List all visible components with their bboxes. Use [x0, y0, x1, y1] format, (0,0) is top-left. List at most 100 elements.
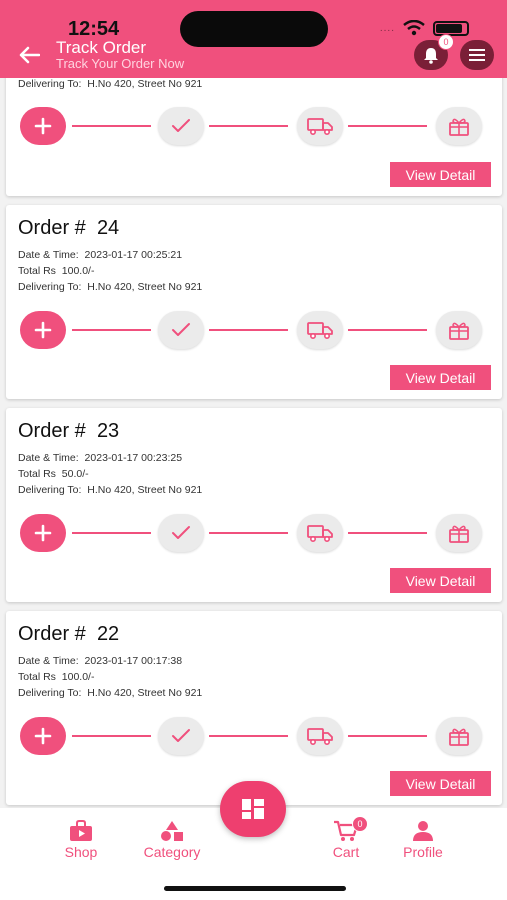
delivering-line: Delivering To: H.No 420, Street No 921 [18, 78, 202, 90]
order-prefix: Order # [18, 217, 86, 239]
total-value: 100.0/- [61, 265, 95, 277]
order-number: 23 [96, 420, 120, 442]
total-line: Total Rs 100.0/- [18, 265, 94, 277]
home-indicator [164, 886, 346, 891]
datetime-value: 2023-01-17 00:25:21 [84, 249, 183, 261]
view-detail-button[interactable]: View Detail [390, 162, 491, 187]
page-subtitle: Track Your Order Now [56, 56, 185, 71]
progress-connector [72, 329, 151, 331]
battery-icon [433, 20, 469, 36]
total-value: 100.0/- [61, 671, 95, 683]
order-progress-tracker [6, 311, 502, 357]
progress-step-add [20, 107, 66, 145]
progress-step-truck [297, 514, 343, 552]
signal-icon: .... [379, 22, 395, 34]
progress-connector [348, 125, 427, 127]
nav-category-label: Category [143, 844, 201, 860]
check-icon [171, 525, 191, 541]
total-line: Total Rs 100.0/- [18, 671, 94, 683]
truck-icon [307, 524, 333, 542]
delivering-line: Delivering To: H.No 420, Street No 921 [18, 484, 202, 496]
order-title: Order # 24 [18, 217, 119, 240]
progress-connector [348, 329, 427, 331]
order-prefix: Order # [18, 420, 86, 442]
gift-icon [448, 320, 470, 340]
delivering-line: Delivering To: H.No 420, Street No 921 [18, 687, 202, 699]
progress-step-gift [436, 311, 482, 349]
order-card-partial: Delivering To: H.No 420, Street No 921 V… [6, 62, 502, 196]
order-progress-tracker [6, 514, 502, 560]
progress-step-gift [436, 107, 482, 145]
progress-step-check [158, 717, 204, 755]
nav-category[interactable]: Category [132, 820, 212, 860]
add-icon [34, 321, 52, 339]
progress-connector [348, 735, 427, 737]
datetime-label: Date & Time: [18, 655, 79, 667]
progress-connector [72, 532, 151, 534]
gift-icon [448, 726, 470, 746]
order-card: Order # 23 Date & Time: 2023-01-17 00:23… [6, 408, 502, 602]
dashboard-grid-icon [242, 799, 264, 819]
nav-shop[interactable]: Shop [41, 820, 121, 860]
order-card: Order # 22 Date & Time: 2023-01-17 00:17… [6, 611, 502, 805]
delivering-value: H.No 420, Street No 921 [87, 78, 203, 90]
datetime-value: 2023-01-17 00:23:25 [84, 452, 183, 464]
view-detail-button[interactable]: View Detail [390, 568, 491, 593]
nav-cart-label: Cart [332, 844, 360, 860]
progress-connector [209, 735, 288, 737]
bell-icon [424, 48, 438, 64]
order-progress-tracker [6, 717, 502, 763]
progress-connector [209, 125, 288, 127]
order-card: Order # 24 Date & Time: 2023-01-17 00:25… [6, 205, 502, 399]
datetime-line: Date & Time: 2023-01-17 00:25:21 [18, 249, 182, 261]
wifi-icon [403, 20, 425, 36]
order-title: Order # 22 [18, 623, 119, 646]
back-button[interactable] [14, 40, 44, 70]
menu-button[interactable] [460, 40, 494, 70]
home-dashboard-button[interactable] [220, 781, 286, 837]
progress-step-check [158, 514, 204, 552]
page-title: Track Order [56, 38, 147, 57]
progress-connector [72, 735, 151, 737]
nav-profile[interactable]: Profile [383, 820, 463, 860]
total-line: Total Rs 50.0/- [18, 468, 89, 480]
app-header: 12:54 .... Track Order Track Your Order … [0, 0, 507, 78]
shop-bag-icon [70, 820, 92, 841]
notifications-button[interactable]: 0 [414, 34, 454, 70]
category-shapes-icon [161, 821, 183, 841]
menu-icon [469, 49, 485, 61]
datetime-label: Date & Time: [18, 452, 79, 464]
truck-icon [307, 727, 333, 745]
delivering-label: Delivering To: [18, 484, 82, 496]
nav-shop-label: Shop [64, 844, 98, 860]
delivering-label: Delivering To: [18, 78, 82, 90]
delivering-value: H.No 420, Street No 921 [87, 687, 203, 699]
progress-connector [209, 532, 288, 534]
progress-connector [348, 532, 427, 534]
progress-connector [209, 329, 288, 331]
cart-count-badge: 0 [352, 816, 368, 832]
view-detail-button[interactable]: View Detail [390, 771, 491, 796]
order-progress-tracker [6, 107, 502, 153]
add-icon [34, 117, 52, 135]
progress-step-truck [297, 311, 343, 349]
total-label: Total Rs [18, 671, 56, 683]
track-order-screen: 12:54 .... Track Order Track Your Order … [0, 0, 507, 900]
progress-step-add [20, 717, 66, 755]
nav-cart[interactable]: 0 Cart [306, 816, 386, 860]
order-number: 24 [96, 217, 120, 239]
delivering-line: Delivering To: H.No 420, Street No 921 [18, 281, 202, 293]
total-label: Total Rs [18, 265, 56, 277]
view-detail-button[interactable]: View Detail [390, 365, 491, 390]
delivering-label: Delivering To: [18, 687, 82, 699]
camera-notch [180, 11, 328, 47]
notification-badge: 0 [438, 34, 454, 50]
check-icon [171, 118, 191, 134]
progress-step-gift [436, 514, 482, 552]
add-icon [34, 727, 52, 745]
total-label: Total Rs [18, 468, 56, 480]
nav-profile-label: Profile [403, 844, 443, 860]
add-icon [34, 524, 52, 542]
delivering-value: H.No 420, Street No 921 [87, 281, 203, 293]
delivering-value: H.No 420, Street No 921 [87, 484, 203, 496]
